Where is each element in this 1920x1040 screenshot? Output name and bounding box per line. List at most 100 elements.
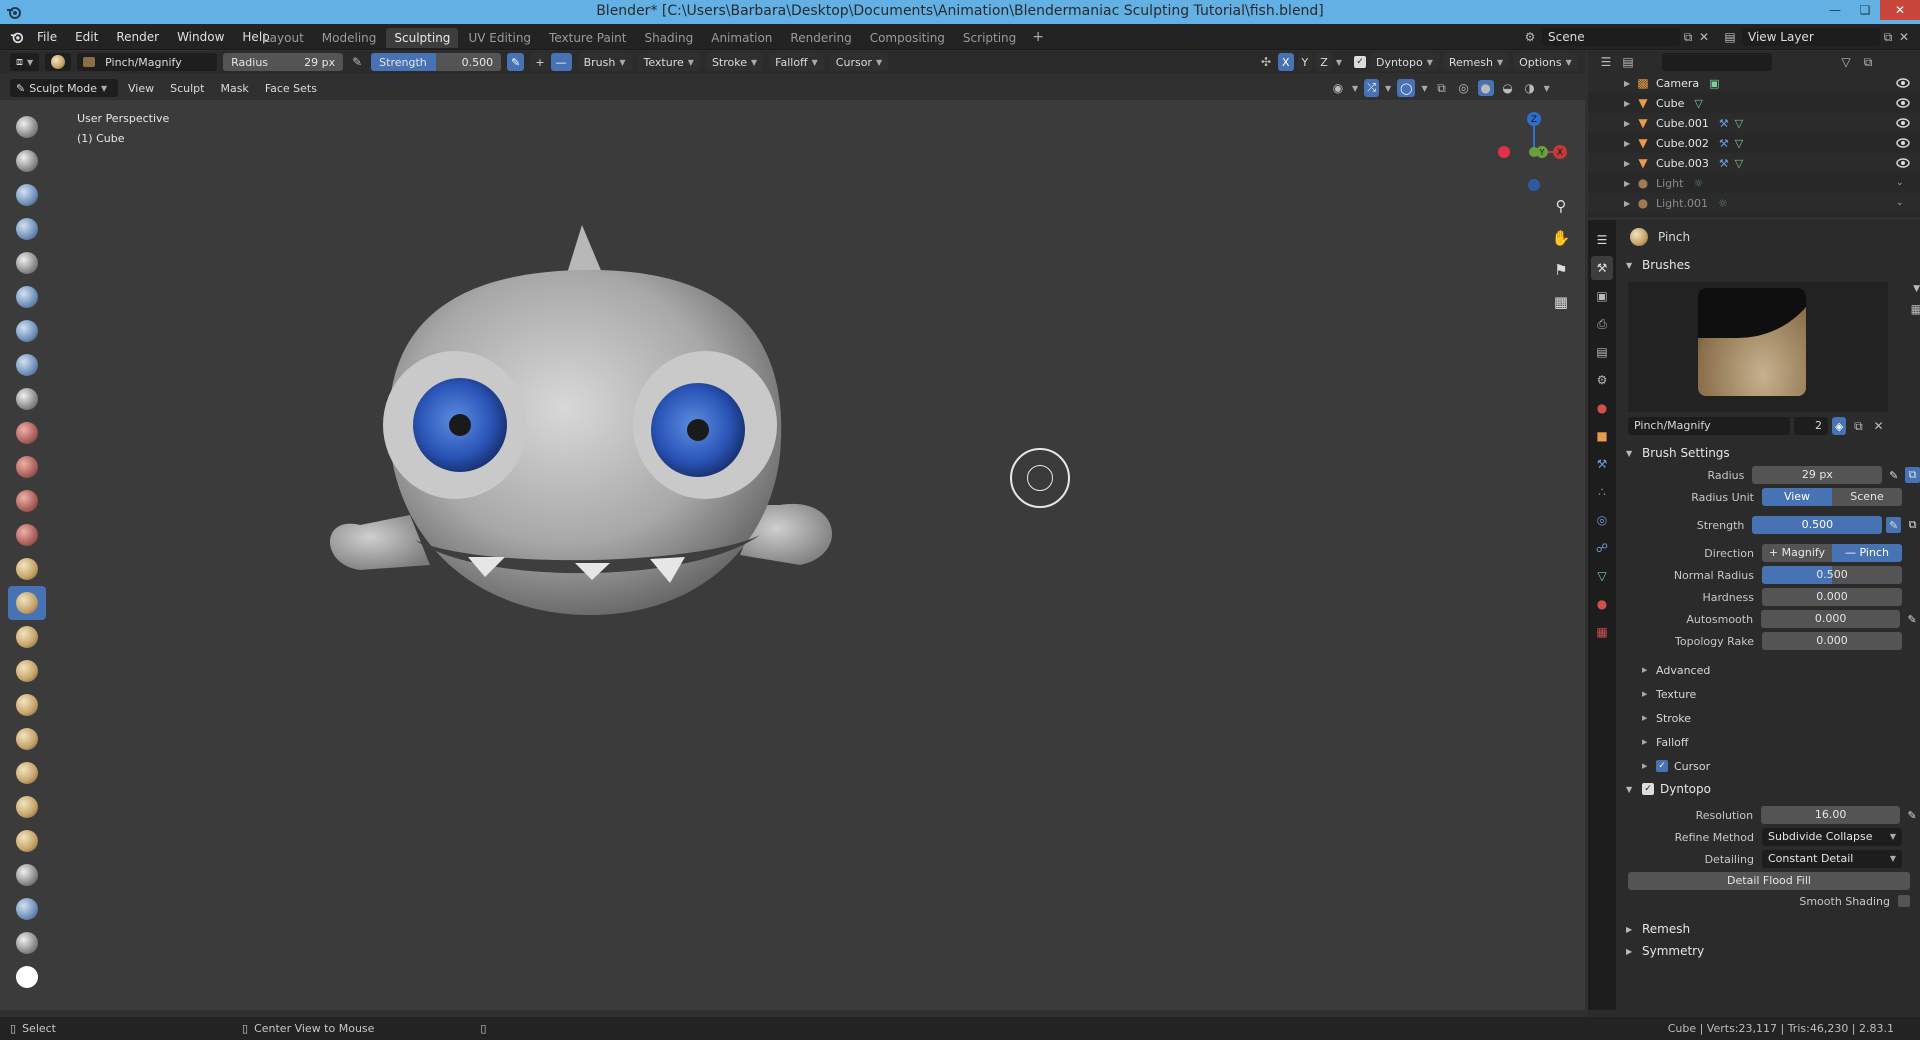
tab-scripting[interactable]: Scripting — [955, 28, 1024, 48]
subpanel-texture[interactable]: ▶ Texture — [1620, 682, 1920, 706]
solid-shading-icon[interactable]: ● — [1477, 80, 1494, 96]
overlay-toggle-icon[interactable]: ◯ — [1397, 79, 1416, 97]
axis-x-toggle[interactable]: X — [1278, 53, 1294, 71]
world-tab-icon[interactable]: ● — [1591, 396, 1613, 420]
delete-view-layer-icon[interactable]: ✕ — [1896, 29, 1912, 45]
menu-file[interactable]: File — [28, 28, 66, 46]
refine-method-dropdown[interactable]: Subdivide Collapse ▼ — [1762, 828, 1902, 846]
particles-tab-icon[interactable]: ∴ — [1591, 480, 1613, 504]
options-dropdown[interactable]: Options ▼ — [1513, 53, 1578, 71]
chevron-down-icon[interactable]: ▼ — [1421, 84, 1427, 93]
slide-relax-tool[interactable] — [8, 858, 46, 892]
scene-icon[interactable]: ⚙ — [1522, 29, 1538, 45]
constraints-tab-icon[interactable]: ☍ — [1591, 536, 1613, 560]
eye-icon[interactable] — [1896, 138, 1910, 148]
autosmooth-field[interactable]: 0.000 — [1761, 610, 1901, 628]
symmetry-panel-header[interactable]: ▶ Symmetry — [1620, 940, 1920, 962]
multiplane-scrape-tool[interactable] — [8, 552, 46, 586]
subpanel-falloff[interactable]: ▶ Falloff — [1620, 730, 1920, 754]
clay-tool[interactable] — [8, 178, 46, 212]
brush-selector[interactable]: Pinch/Magnify — [77, 53, 218, 71]
object-tab-icon[interactable]: ■ — [1591, 424, 1613, 448]
new-scene-icon[interactable]: ⧉ — [1680, 29, 1696, 45]
clay-strips-tool[interactable] — [8, 212, 46, 246]
eye-icon[interactable] — [1896, 158, 1910, 168]
dyntopo-panel-header[interactable]: ▼ ✓ Dyntopo — [1620, 778, 1920, 800]
rotate-tool[interactable] — [8, 824, 46, 858]
visibility-icon[interactable]: ◉ — [1330, 80, 1346, 96]
tab-layout[interactable]: Layout — [255, 28, 312, 48]
material-shading-icon[interactable]: ◒ — [1500, 80, 1516, 96]
close-window-button[interactable]: ✕ — [1880, 0, 1920, 20]
direction-magnify[interactable]: + Magnify — [1762, 544, 1832, 562]
smooth-shading-checkbox[interactable] — [1898, 895, 1910, 907]
active-tool-icon-button[interactable] — [45, 53, 72, 71]
view-layer-tab-icon[interactable]: ▤ — [1591, 340, 1613, 364]
tool-tab-icon[interactable]: ⚒ — [1591, 256, 1613, 280]
radius-field[interactable]: Radius 29 px — [223, 53, 344, 71]
eye-icon[interactable] — [1896, 98, 1910, 108]
tab-modeling[interactable]: Modeling — [314, 28, 385, 48]
properties-editor-icon[interactable]: ☰ — [1591, 228, 1613, 252]
menu-mask[interactable]: Mask — [214, 79, 254, 97]
chevron-down-icon[interactable]: ▼ — [1336, 58, 1342, 67]
material-tab-icon[interactable]: ● — [1591, 592, 1613, 616]
box-mask-tool[interactable] — [8, 960, 46, 994]
mode-selector[interactable]: ✎ Sculpt Mode ▼ — [10, 79, 118, 97]
zoom-icon[interactable]: ⚲ — [1548, 194, 1574, 218]
detail-flood-fill-button[interactable]: Detail Flood Fill — [1628, 872, 1910, 890]
delete-scene-icon[interactable]: ✕ — [1696, 29, 1712, 45]
menu-view[interactable]: View — [122, 79, 160, 97]
pressure-icon[interactable]: ✎ — [1904, 611, 1920, 627]
hidden-eye-icon[interactable]: ⌄ — [1896, 178, 1910, 188]
new-view-layer-icon[interactable]: ⧉ — [1880, 29, 1896, 45]
axis-y-toggle[interactable]: Y — [1297, 53, 1313, 71]
subpanel-stroke[interactable]: ▶ Stroke — [1620, 706, 1920, 730]
output-tab-icon[interactable]: ⎙ — [1591, 312, 1613, 336]
symmetry-icon[interactable]: ✣ — [1258, 54, 1274, 70]
navigation-gizmo[interactable]: Z Y X — [1490, 105, 1570, 195]
subtract-direction-button[interactable]: — — [550, 53, 572, 71]
outliner-search-input[interactable] — [1662, 53, 1772, 71]
outliner-item-cube[interactable]: ▶ ▼ Cube ▽ — [1588, 93, 1920, 113]
duplicate-brush-icon[interactable]: ⧉ — [1850, 418, 1866, 434]
strength-unified-icon[interactable]: ⧉ — [1905, 517, 1920, 533]
minimize-button[interactable]: — — [1820, 0, 1850, 20]
draw-sharp-tool[interactable] — [8, 144, 46, 178]
remesh-dropdown[interactable]: Remesh ▼ — [1442, 53, 1510, 71]
direction-pinch[interactable]: — Pinch — [1832, 544, 1902, 562]
falloff-dropdown[interactable]: Falloff ▼ — [769, 53, 824, 71]
chevron-down-icon[interactable]: ▼ — [1544, 84, 1550, 93]
brush-name-field[interactable]: Pinch/Magnify — [1628, 417, 1790, 435]
wireframe-shading-icon[interactable]: ◎ — [1456, 80, 1472, 96]
strength-pressure-button[interactable]: ✎ — [507, 53, 525, 71]
menu-sculpt[interactable]: Sculpt — [164, 79, 210, 97]
filter-icon[interactable]: ▽ — [1838, 54, 1854, 70]
brush-thumbnail[interactable] — [1698, 288, 1806, 396]
stroke-dropdown[interactable]: Stroke ▼ — [705, 53, 764, 71]
dyntopo-dropdown[interactable]: Dyntopo ▼ — [1369, 53, 1439, 71]
pressure-icon[interactable]: ✎ — [1886, 467, 1901, 483]
hidden-eye-icon[interactable]: ⌄ — [1896, 198, 1910, 208]
sculpt-model-fish[interactable] — [320, 185, 870, 635]
resolution-field[interactable]: 16.00 — [1761, 806, 1901, 824]
crease-tool[interactable] — [8, 382, 46, 416]
outliner-item-camera[interactable]: ▶ ▩ Camera ▣ — [1588, 73, 1920, 93]
physics-tab-icon[interactable]: ◎ — [1591, 508, 1613, 532]
cursor-checkbox[interactable]: ✓ — [1656, 760, 1668, 772]
topology-rake-field[interactable]: 0.000 — [1762, 632, 1902, 650]
brush-image-icon[interactable]: ▦ — [1911, 302, 1920, 316]
add-workspace-button[interactable]: + — [1026, 28, 1050, 48]
normal-radius-field[interactable]: 0.500 — [1762, 566, 1902, 584]
texture-dropdown[interactable]: Texture ▼ — [637, 53, 700, 71]
remesh-panel-header[interactable]: ▶ Remesh — [1620, 918, 1920, 940]
outliner-item-light[interactable]: ▶ ● Light ☼ ⌄ — [1588, 173, 1920, 193]
simplify-tool[interactable] — [8, 892, 46, 926]
unlink-brush-icon[interactable]: ✕ — [1870, 418, 1886, 434]
axis-z-toggle[interactable]: Z — [1316, 53, 1332, 71]
inflate-tool[interactable] — [8, 314, 46, 348]
elastic-deform-tool[interactable] — [8, 654, 46, 688]
thumb-tool[interactable] — [8, 722, 46, 756]
radius-unit-scene[interactable]: Scene — [1832, 488, 1902, 506]
cursor-dropdown[interactable]: Cursor ▼ — [829, 53, 889, 71]
